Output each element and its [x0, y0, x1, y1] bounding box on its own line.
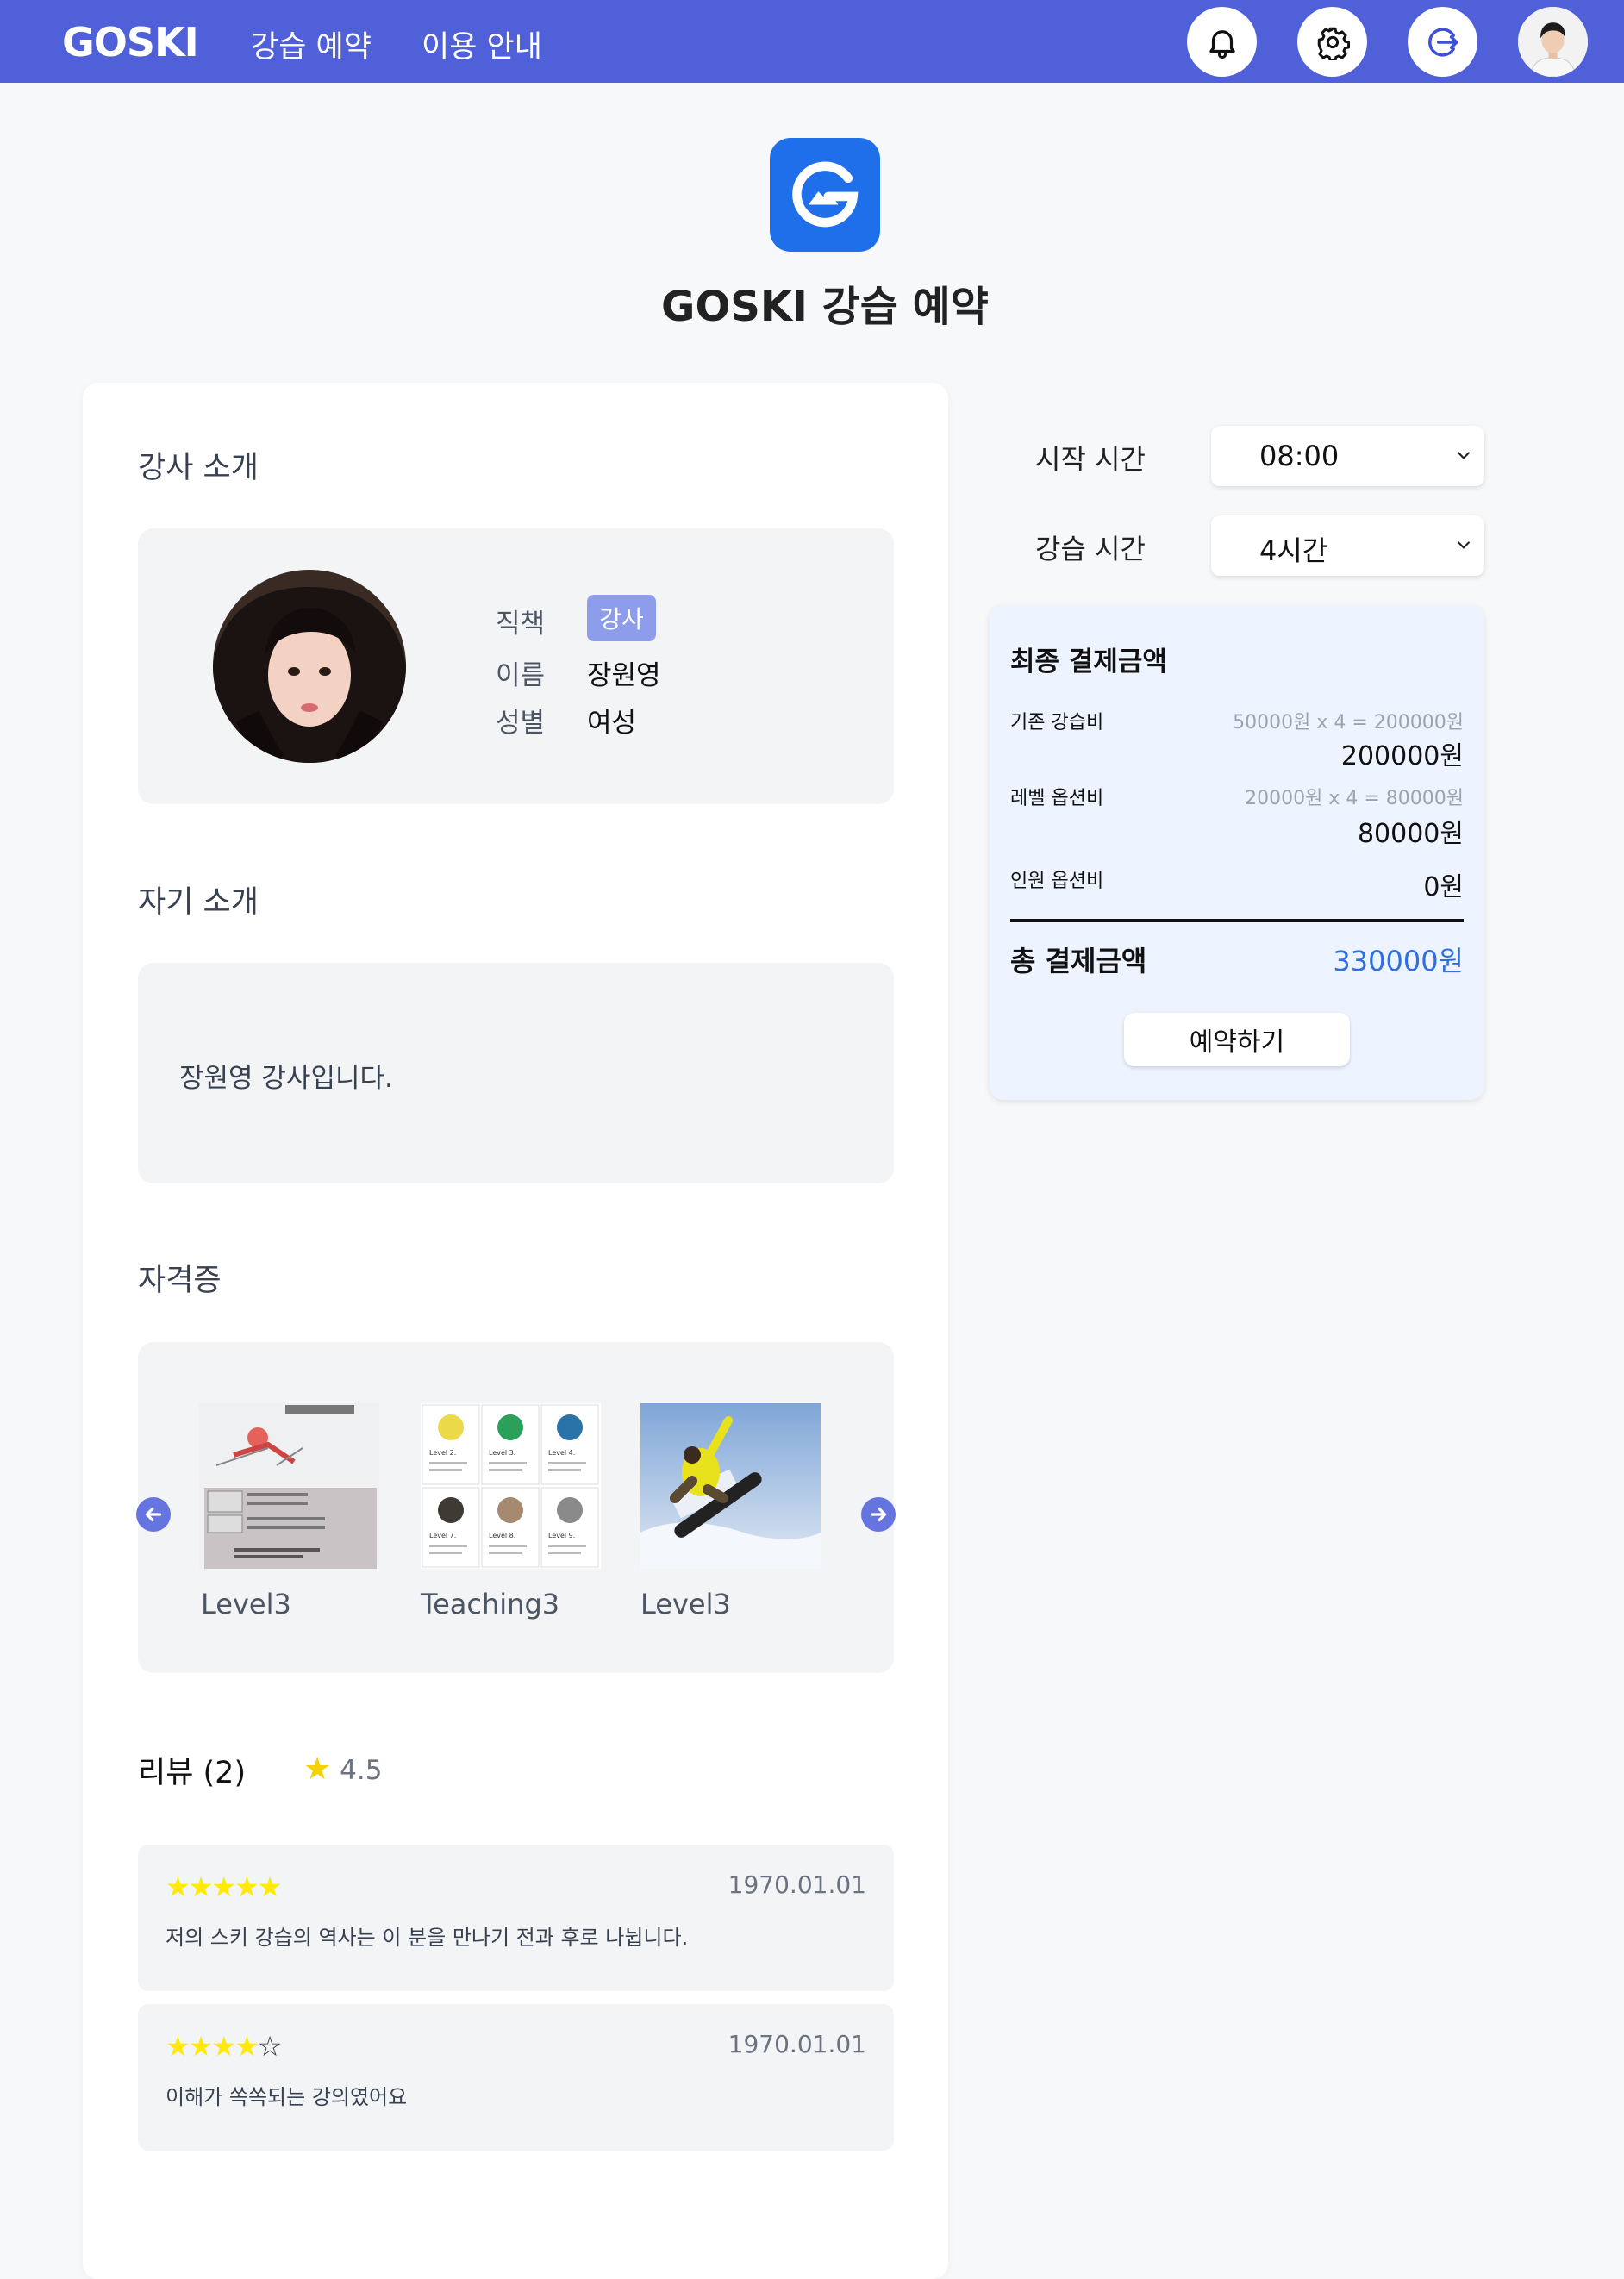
total-divider — [1010, 919, 1464, 922]
tile-label-1: Level 2. — [429, 1449, 456, 1457]
tile-label-6: Level 9. — [548, 1532, 575, 1539]
review-text: 이해가 쏙쏙되는 강의였어요 — [166, 2085, 408, 2109]
review-stars: ★★★★☆ — [166, 2030, 282, 2063]
average-rating: ★ 4.5 — [303, 1751, 382, 1787]
tile-label-2: Level 3. — [489, 1449, 515, 1457]
duration-select[interactable]: 4시간 — [1211, 515, 1484, 576]
start-time-label: 시작 시간 — [1035, 443, 1146, 476]
settings-button[interactable] — [1297, 7, 1367, 77]
page-title: GOSKI 강습 예약 — [661, 283, 989, 331]
duration-label: 강습 시간 — [1035, 533, 1146, 565]
position-label: 직책 — [496, 609, 546, 640]
review-card: ★★★★☆ 1970.01.01 이해가 쏙쏙되는 강의였어요 — [138, 2004, 894, 2151]
base-fee-amount: 200000원 — [1340, 741, 1464, 771]
carousel-next-button[interactable] — [861, 1497, 896, 1532]
level-fee-calc: 20000원 x 4 = 80000원 — [1245, 788, 1464, 809]
cert-caption-1: Level3 — [201, 1588, 291, 1620]
brand-logo[interactable]: GOSKI — [62, 19, 199, 66]
bell-icon — [1209, 29, 1235, 59]
cert-image-1[interactable] — [199, 1403, 379, 1569]
chevron-down-icon — [1458, 452, 1470, 459]
intro-text: 장원영 강사입니다. — [179, 1063, 393, 1094]
carousel-prev-button[interactable] — [136, 1497, 171, 1532]
reserve-button[interactable]: 예약하기 — [1124, 1013, 1350, 1066]
review-text: 저의 스키 강습의 역사는 이 분을 만나기 전과 후로 나뉩니다. — [166, 1926, 689, 1950]
arrow-left-icon — [145, 1507, 162, 1522]
intro-section-title: 자기 소개 — [138, 885, 259, 920]
review-card: ★★★★★ 1970.01.01 저의 스키 강습의 역사는 이 분을 만나기 … — [138, 1845, 894, 1991]
tile-label-4: Level 7. — [429, 1532, 456, 1539]
payment-title: 최종 결제금액 — [1010, 646, 1167, 677]
name-label: 이름 — [496, 660, 546, 691]
goski-g-mountain-icon — [792, 161, 859, 228]
cert-image-2[interactable]: Level 2. Level 3. Level 4. Level 7. Leve… — [421, 1403, 601, 1569]
position-badge: 강사 — [587, 595, 656, 641]
people-fee-label: 인원 옵션비 — [1010, 871, 1104, 892]
base-fee-label: 기존 강습비 — [1010, 712, 1104, 734]
nav-usage-guide[interactable]: 이용 안내 — [422, 22, 542, 66]
instructor-photo — [213, 570, 406, 763]
people-fee-amount: 0원 — [1423, 872, 1464, 902]
logout-button[interactable] — [1408, 7, 1477, 77]
review-date: 1970.01.01 — [728, 1870, 866, 1899]
reviews-title: 리뷰 (2) — [138, 1756, 247, 1790]
base-fee-calc: 50000원 x 4 = 200000원 — [1233, 712, 1464, 734]
tile-label-3: Level 4. — [548, 1449, 575, 1457]
total-label: 총 결제금액 — [1010, 945, 1147, 977]
profile-avatar[interactable] — [1518, 7, 1588, 77]
cert-caption-2: Teaching3 — [421, 1588, 560, 1620]
start-time-value: 08:00 — [1259, 440, 1340, 472]
total-amount: 330000원 — [1333, 945, 1464, 977]
instructor-name: 장원영 — [587, 660, 661, 691]
cert-image-3[interactable] — [640, 1403, 821, 1569]
top-navbar: GOSKI 강습 예약 이용 안내 — [0, 0, 1624, 83]
nav-lesson-booking[interactable]: 강습 예약 — [251, 22, 372, 66]
goski-app-logo — [770, 138, 880, 252]
instructor-section-title: 강사 소개 — [138, 451, 259, 485]
average-rating-value: 4.5 — [340, 1755, 383, 1786]
start-time-select[interactable]: 08:00 — [1211, 426, 1484, 486]
chevron-down-icon — [1458, 541, 1470, 549]
tile-label-5: Level 8. — [489, 1532, 515, 1539]
level-fee-amount: 80000원 — [1357, 819, 1464, 849]
gear-icon — [1317, 27, 1350, 60]
notification-button[interactable] — [1187, 7, 1257, 77]
user-photo — [1518, 7, 1588, 77]
payment-summary: 최종 결제금액 기존 강습비 50000원 x 4 = 200000원 2000… — [990, 605, 1484, 1100]
cert-caption-3: Level3 — [640, 1588, 731, 1620]
gender-label: 성별 — [496, 708, 546, 739]
duration-value: 4시간 — [1259, 534, 1328, 567]
arrow-right-icon — [870, 1507, 887, 1522]
star-icon: ★ — [303, 1751, 332, 1787]
logout-icon — [1427, 27, 1458, 57]
instructor-gender: 여성 — [587, 708, 637, 739]
level-fee-label: 레벨 옵션비 — [1010, 788, 1104, 809]
review-stars: ★★★★★ — [166, 1870, 282, 1903]
certs-section-title: 자격증 — [138, 1264, 222, 1298]
review-date: 1970.01.01 — [728, 2030, 866, 2058]
